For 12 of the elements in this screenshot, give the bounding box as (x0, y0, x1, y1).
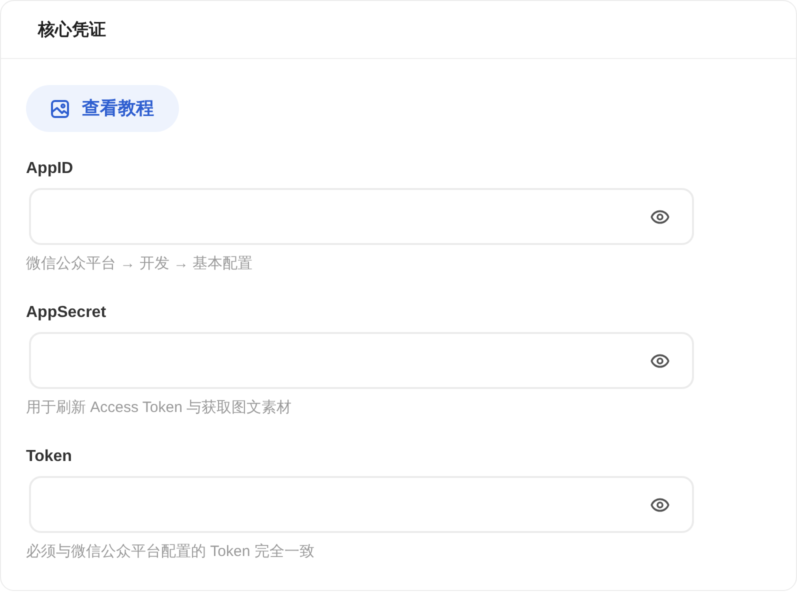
input-field[interactable] (29, 476, 694, 533)
field-hint: 必须与微信公众平台配置的 Token 完全一致 (26, 542, 316, 562)
tutorial-button[interactable]: 查看教程 (26, 85, 179, 132)
input-field[interactable] (29, 188, 694, 245)
image-icon (50, 98, 70, 118)
input-field[interactable] (29, 332, 694, 389)
field-label: Token (26, 447, 73, 467)
field-hint: 用于刷新 Access Token 与获取图文素材 (26, 398, 293, 418)
field-label: AppSecret (26, 303, 108, 323)
field-label: AppID (26, 159, 74, 179)
card-title: 核心凭证 (38, 18, 106, 41)
field-hint: 微信公众平台 → 开发 → 基本配置 (26, 254, 254, 274)
